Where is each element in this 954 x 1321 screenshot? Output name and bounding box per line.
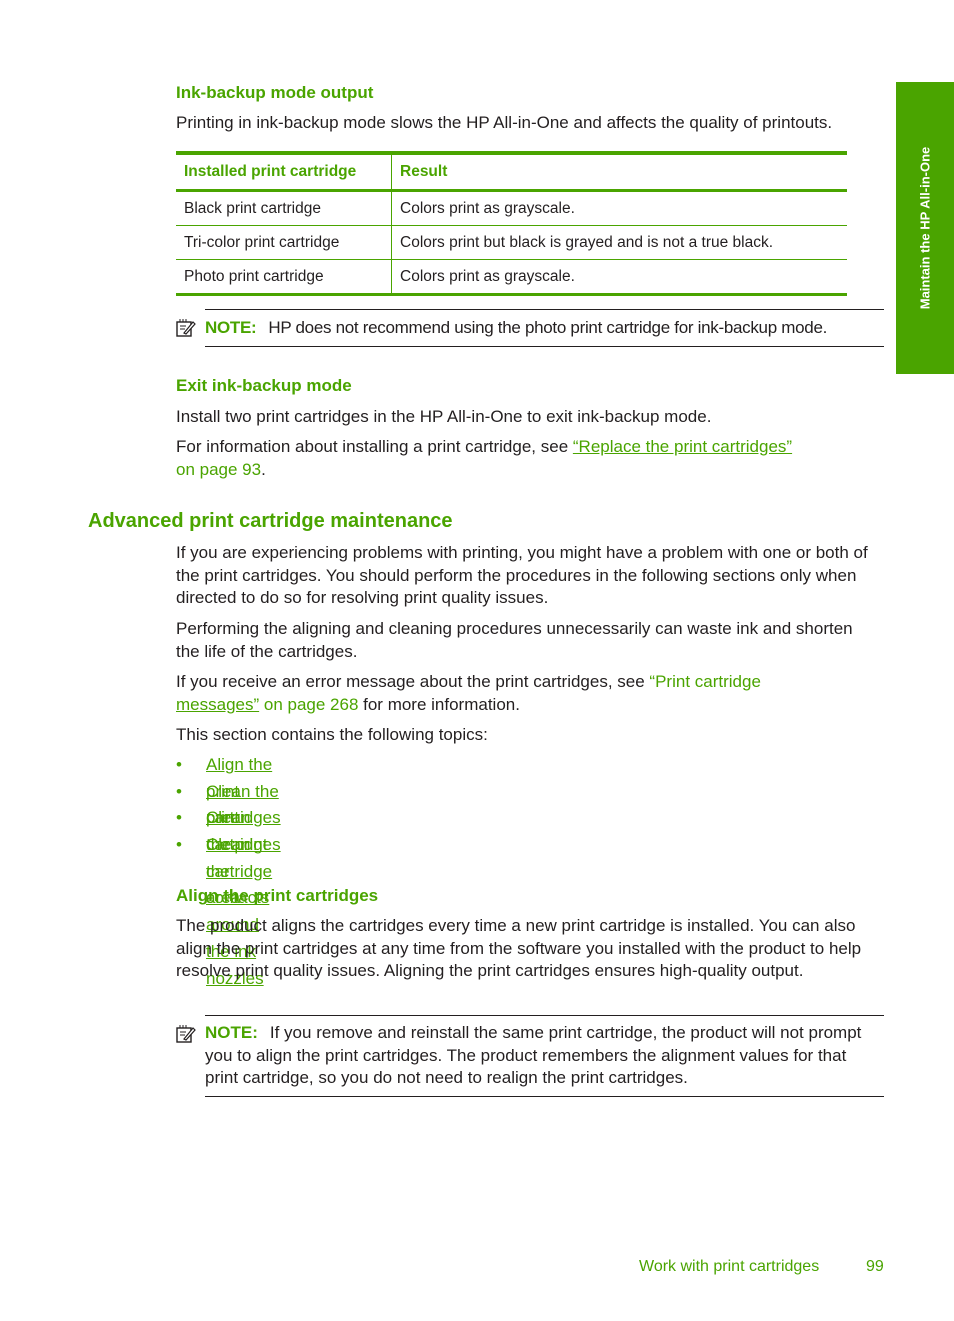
error-messages-page-link[interactable]: on page 268 <box>259 695 359 714</box>
heading-align-cartridges: Align the print cartridges <box>176 886 379 905</box>
bullet: • <box>176 808 182 828</box>
replace-cartridges-page-link[interactable]: on page 93 <box>176 460 261 479</box>
heading-advanced-maintenance: Advanced print cartridge maintenance <box>88 510 453 532</box>
bullet: • <box>176 835 182 855</box>
ink-backup-intro: Printing in ink-backup mode slows the HP… <box>176 113 833 132</box>
exit-para2-text: For information about installing a print… <box>176 437 573 456</box>
note-rule-bottom <box>205 1096 884 1097</box>
advanced-para3-suffix: for more information. <box>358 694 520 714</box>
note-rule-bottom <box>205 346 884 347</box>
ink-backup-table: Installed print cartridge Result Black p… <box>176 151 847 296</box>
note-label: NOTE: <box>205 318 257 337</box>
footer-page-number: 99 <box>866 1258 884 1275</box>
align-para1: The product aligns the cartridges every … <box>176 916 862 980</box>
bullet: • <box>176 755 182 774</box>
advanced-para3: If you receive an error message about th… <box>176 671 886 716</box>
note-align: NOTE: If you remove and reinstall the sam… <box>176 1015 884 1099</box>
table-row: Photo print cartridge Colors print as gra… <box>176 259 847 296</box>
note-text: HP does not recommend using the photo pr… <box>268 318 828 337</box>
error-messages-link-a[interactable]: “Print cartridge <box>649 672 760 691</box>
note-icon <box>176 319 196 337</box>
table-row: Black print cartridge Colors print as gra… <box>176 190 847 226</box>
note-icon <box>176 1025 196 1043</box>
side-tab: Maintain the HP All-in-One <box>896 82 954 374</box>
advanced-para2: Performing the aligning and cleaning pro… <box>176 619 853 661</box>
exit-para2-suffix: . <box>261 459 266 479</box>
table-header-result: Result <box>391 151 847 192</box>
table-cell: Tri-color print cartridge <box>176 225 392 260</box>
footer-chapter: Work with print cartridges <box>639 1258 820 1275</box>
exit-para2: For information about installing a print… <box>176 436 886 481</box>
note-label: NOTE: <box>205 1023 258 1042</box>
table-cell: Colors print as grayscale. <box>391 259 847 296</box>
side-tab-label: Maintain the HP All-in-One <box>917 146 933 310</box>
table-cell: Black print cartridge <box>176 190 392 226</box>
heading-exit-ink-backup: Exit ink-backup mode <box>176 376 352 395</box>
table-cell: Colors print but black is grayed and is … <box>391 225 847 260</box>
note-photo-cartridge: NOTE: HP does not recommend using the pho… <box>176 309 884 349</box>
note-rule-top <box>205 309 884 310</box>
error-messages-link-b[interactable]: messages” <box>176 695 259 714</box>
heading-ink-backup-output: Ink-backup mode output <box>176 83 374 102</box>
advanced-para1: If you are experiencing problems with pr… <box>176 543 868 607</box>
note-text: If you remove and reinstall the same pri… <box>205 1023 862 1087</box>
table-cell: Colors print as grayscale. <box>391 190 847 226</box>
note-rule-top <box>205 1015 884 1016</box>
bullet: • <box>176 781 182 801</box>
advanced-para3-text: If you receive an error message about th… <box>176 672 650 691</box>
table-row: Tri-color print cartridge Colors print bu… <box>176 225 847 260</box>
exit-para1: Install two print cartridges in the HP A… <box>176 407 712 426</box>
table-header-cartridge: Installed print cartridge <box>176 151 392 192</box>
replace-cartridges-link[interactable]: “Replace the print cartridges” <box>573 437 792 456</box>
table-cell: Photo print cartridge <box>176 259 392 296</box>
advanced-para4: This section contains the following topi… <box>176 725 488 744</box>
